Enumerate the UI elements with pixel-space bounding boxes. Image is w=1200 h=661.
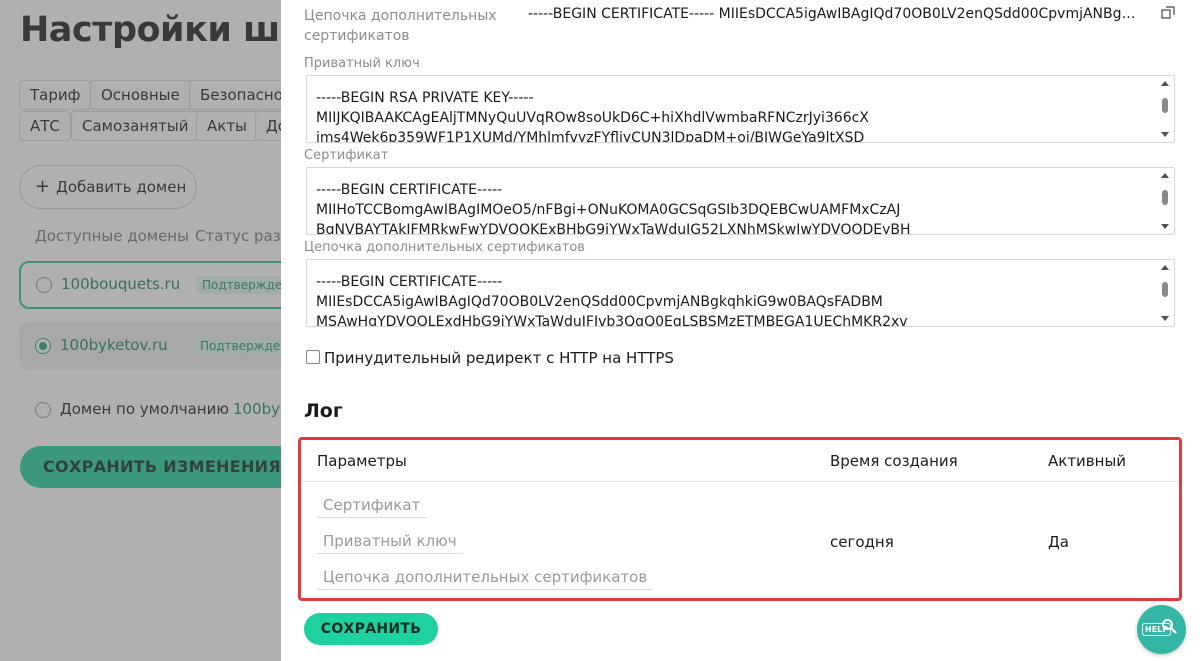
- header-active: Активный: [1048, 452, 1127, 470]
- chain-textarea[interactable]: -----BEGIN CERTIFICATE----- MIIEsDCCA5ig…: [306, 259, 1175, 327]
- chain-summary-value: -----BEGIN CERTIFICATE----- MIIEsDCCA5ig…: [528, 6, 1138, 22]
- scroll-thumb[interactable]: [1162, 190, 1168, 205]
- chain-label: Цепочка дополнительных сертификатов: [304, 240, 585, 255]
- textarea-scrollbar[interactable]: [1156, 260, 1174, 326]
- scroll-up-icon[interactable]: [1161, 173, 1169, 178]
- header-created: Время создания: [830, 452, 958, 470]
- chain-text: -----BEGIN CERTIFICATE----- MIIEsDCCA5ig…: [316, 274, 908, 327]
- scroll-thumb[interactable]: [1162, 282, 1168, 297]
- scroll-down-icon[interactable]: [1161, 224, 1169, 229]
- textarea-scrollbar[interactable]: [1156, 76, 1174, 142]
- certificate-text: -----BEGIN CERTIFICATE----- MIIHoTCCBomg…: [316, 182, 911, 235]
- chain-summary-label: Цепочка дополнительных сертификатов: [304, 8, 497, 44]
- log-active-value: Да: [1048, 533, 1069, 551]
- scroll-thumb[interactable]: [1162, 98, 1168, 113]
- scroll-up-icon[interactable]: [1161, 81, 1169, 86]
- scroll-up-icon[interactable]: [1161, 265, 1169, 270]
- log-title: Лог: [304, 400, 343, 422]
- https-redirect-label: Принудительный редирект с HTTP на HTTPS: [324, 349, 674, 367]
- ssl-settings-panel: Цепочка дополнительных сертификатов ----…: [281, 0, 1200, 661]
- private-key-textarea[interactable]: -----BEGIN RSA PRIVATE KEY----- MIIJKQIB…: [306, 75, 1175, 143]
- expand-icon[interactable]: [1161, 6, 1175, 20]
- magnifier-icon: [1162, 619, 1177, 634]
- private-key-text: -----BEGIN RSA PRIVATE KEY----- MIIJKQIB…: [316, 90, 869, 143]
- scroll-down-icon[interactable]: [1161, 132, 1169, 137]
- save-button[interactable]: СОХРАНИТЬ: [304, 613, 438, 645]
- log-table-header: Параметры Время создания Активный: [301, 440, 1179, 482]
- https-redirect-checkbox[interactable]: [306, 350, 320, 364]
- log-param-chain[interactable]: Цепочка дополнительных сертификатов: [317, 568, 654, 590]
- certificate-label: Сертификат: [304, 148, 389, 163]
- certificate-textarea[interactable]: -----BEGIN CERTIFICATE----- MIIHoTCCBomg…: [306, 167, 1175, 235]
- log-table: Параметры Время создания Активный Сертиф…: [298, 437, 1182, 601]
- log-param-certificate[interactable]: Сертификат: [317, 496, 427, 518]
- textarea-scrollbar[interactable]: [1156, 168, 1174, 234]
- log-param-private-key[interactable]: Приватный ключ: [317, 532, 463, 554]
- log-created-value: сегодня: [830, 533, 894, 551]
- header-params: Параметры: [317, 452, 407, 470]
- scroll-down-icon[interactable]: [1161, 316, 1169, 321]
- help-button[interactable]: HELP: [1137, 605, 1186, 654]
- private-key-label: Приватный ключ: [304, 56, 420, 71]
